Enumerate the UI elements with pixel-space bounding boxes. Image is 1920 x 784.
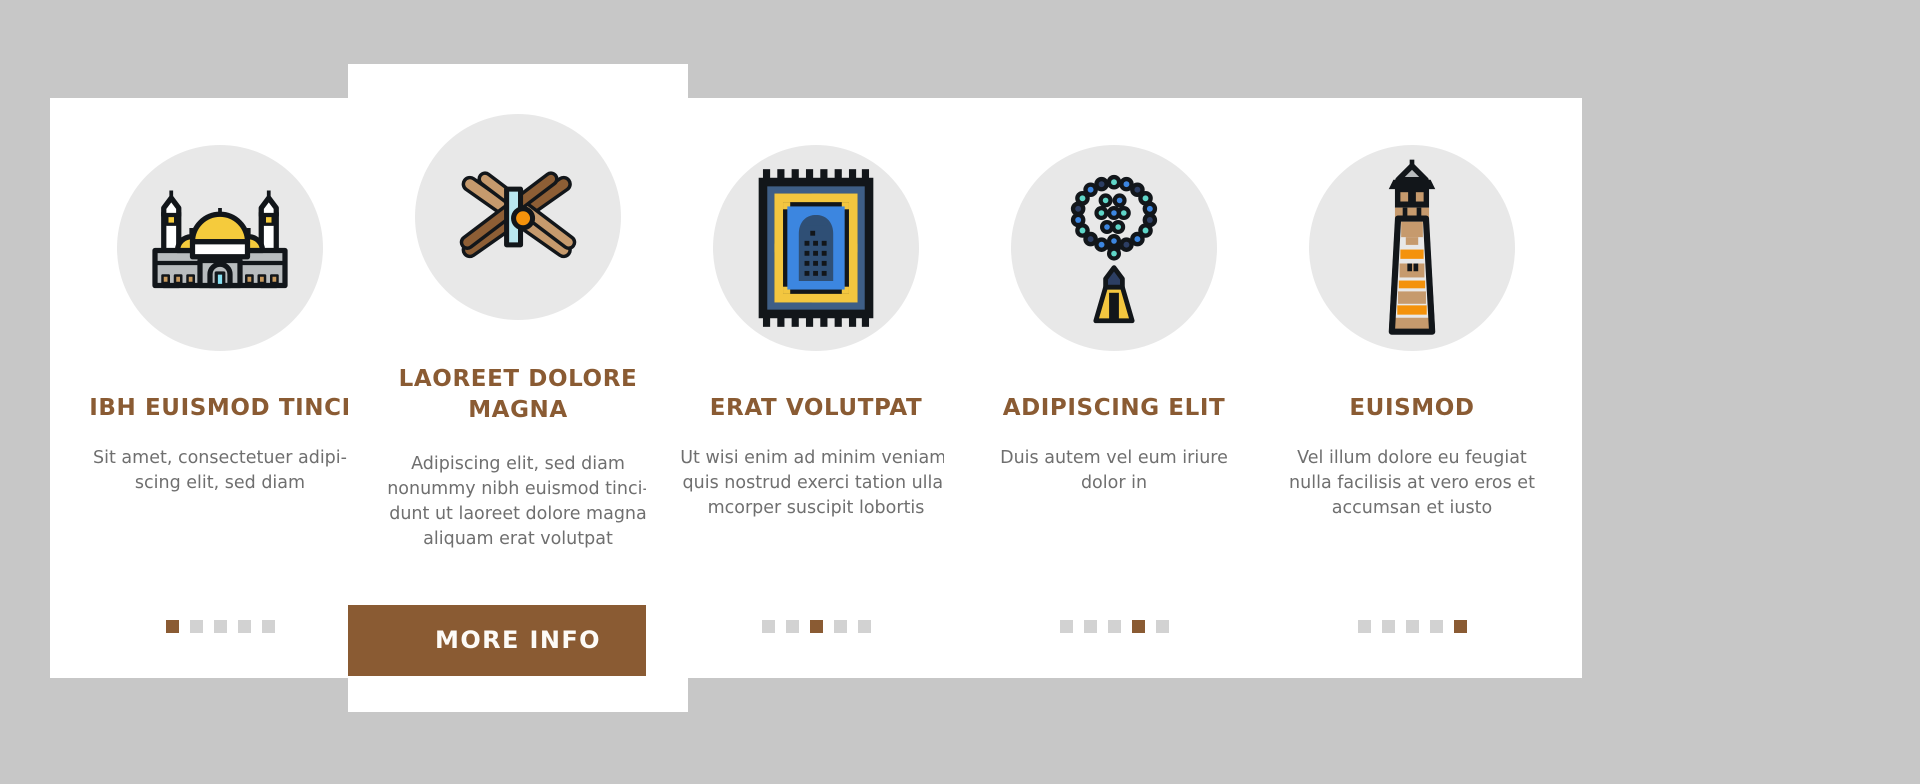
pagination-dot-4[interactable] — [833, 620, 847, 633]
onboarding-card-3[interactable]: ERAT VOLUTPAT Ut wisi enim ad minim venia… — [646, 98, 986, 678]
quran-stand-icon — [442, 141, 594, 293]
onboarding-card-1[interactable]: IBH EUISMOD TINCI Sit amet, consectetuer … — [50, 98, 390, 678]
pagination-dot-3[interactable] — [1405, 620, 1419, 633]
pagination-dot-1[interactable] — [761, 620, 775, 633]
card-title: ERAT VOLUTPAT — [709, 395, 923, 421]
onboarding-screens-container: IBH EUISMOD TINCI Sit amet, consectetuer … — [0, 0, 1920, 784]
pagination-dots[interactable] — [1059, 620, 1169, 633]
card-description: Duis autem vel eum iriure dolor in — [1000, 448, 1228, 493]
mosque-icon-svg — [152, 190, 288, 289]
pagination-dot-2[interactable] — [785, 620, 799, 633]
pagination-dot-1[interactable] — [1357, 620, 1371, 633]
prayer-beads-icon — [1044, 164, 1184, 332]
prayer-rug-icon-svg — [758, 169, 874, 327]
icon-circle-2 — [415, 114, 621, 320]
more-info-button[interactable]: MORE INFO — [348, 605, 688, 676]
icon-circle-5 — [1309, 145, 1515, 351]
pagination-dot-2[interactable] — [189, 620, 203, 633]
icon-circle-3 — [713, 145, 919, 351]
minaret-icon-svg — [1388, 159, 1436, 335]
card-description: Sit amet, consectetuer adipi- scing elit… — [93, 448, 347, 493]
pagination-dot-1[interactable] — [1059, 620, 1073, 633]
icon-circle-4 — [1011, 145, 1217, 351]
card-title: LAOREET DOLORE MAGNA — [398, 366, 638, 424]
card-description: Ut wisi enim ad minim veniam, quis nostr… — [680, 448, 952, 518]
pagination-dots[interactable] — [1357, 620, 1467, 633]
prayer-beads-icon-svg — [1070, 174, 1158, 324]
pagination-dot-3[interactable] — [213, 620, 227, 633]
pagination-dot-2[interactable] — [1083, 620, 1097, 633]
pagination-dot-4[interactable] — [237, 620, 251, 633]
pagination-dot-5[interactable] — [857, 620, 871, 633]
icon-circle-1 — [117, 145, 323, 351]
pagination-dot-5[interactable] — [261, 620, 275, 633]
minaret-icon — [1364, 155, 1460, 341]
pagination-dot-2[interactable] — [1381, 620, 1395, 633]
quran-stand-icon-svg — [459, 171, 577, 259]
pagination-dot-4[interactable] — [1429, 620, 1443, 633]
onboarding-card-2[interactable]: LAOREET DOLORE MAGNA Adipiscing elit, sed… — [348, 64, 688, 712]
pagination-dot-4[interactable] — [1131, 620, 1145, 633]
pagination-dot-3[interactable] — [1107, 620, 1121, 633]
pagination-dots[interactable] — [761, 620, 871, 633]
card-title: IBH EUISMOD TINCI — [89, 395, 351, 421]
pagination-dot-5[interactable] — [1155, 620, 1169, 633]
prayer-rug-icon — [750, 162, 882, 334]
card-description: Vel illum dolore eu feugiat nulla facili… — [1289, 448, 1535, 518]
card-description: Adipiscing elit, sed diam nonummy nibh e… — [387, 454, 649, 549]
pagination-dot-5[interactable] — [1453, 620, 1467, 633]
onboarding-card-5[interactable]: EUISMOD Vel illum dolore eu feugiat nulla… — [1242, 98, 1582, 678]
pagination-dot-3[interactable] — [809, 620, 823, 633]
mosque-icon — [145, 173, 295, 323]
card-title: ADIPISCING ELIT — [1002, 395, 1226, 421]
pagination-dot-1[interactable] — [165, 620, 179, 633]
card-title: EUISMOD — [1349, 395, 1475, 421]
onboarding-card-4[interactable]: ADIPISCING ELIT Duis autem vel eum iriure… — [944, 98, 1284, 678]
pagination-dots[interactable] — [165, 620, 275, 633]
